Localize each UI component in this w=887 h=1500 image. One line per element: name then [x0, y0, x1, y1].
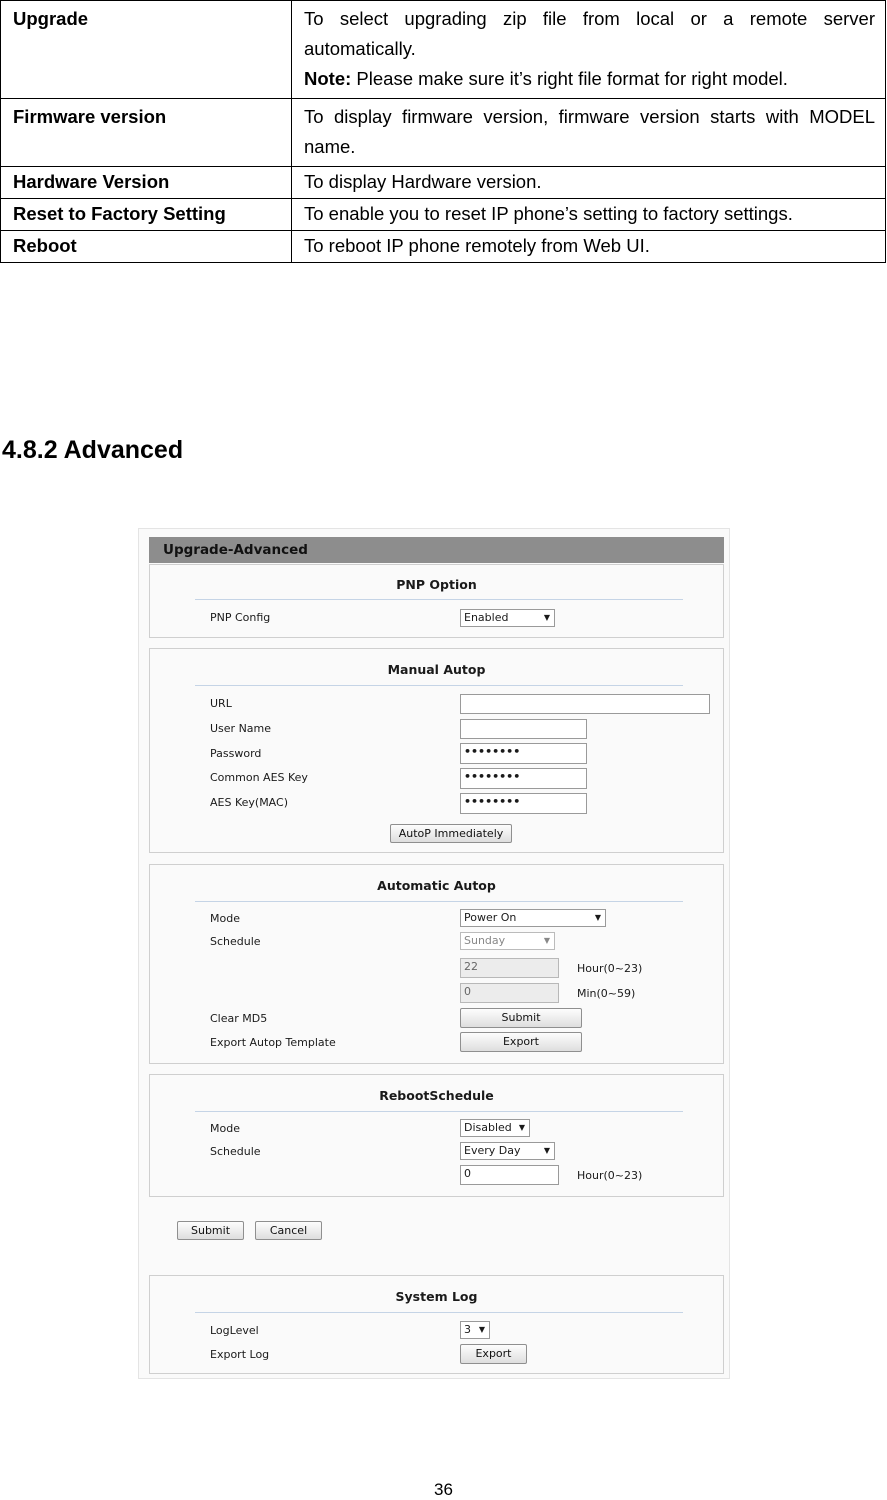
select-value: Power On — [464, 911, 517, 924]
dropdown-arrow-icon: ▼ — [543, 1146, 550, 1155]
dropdown-arrow-icon: ▼ — [543, 613, 550, 622]
table-row: Firmware version To display firmware ver… — [0, 98, 886, 167]
reboot-mode-label: Mode — [210, 1122, 240, 1135]
divider — [195, 901, 683, 902]
dropdown-arrow-icon: ▼ — [478, 1325, 485, 1334]
hour-unit: Hour(0~23) — [577, 962, 643, 975]
reboot-schedule-select[interactable]: Every Day ▼ — [460, 1142, 555, 1160]
row-description: To enable you to reset IP phone’s settin… — [291, 198, 886, 231]
select-value: Enabled — [464, 611, 509, 624]
url-input[interactable] — [460, 694, 710, 714]
export-autop-template-label: Export Autop Template — [210, 1036, 336, 1049]
note-label: Note: — [304, 68, 352, 89]
automatic-autop-panel: Automatic Autop Mode Power On ▼ Schedule… — [149, 864, 724, 1064]
aes-key-mac-input[interactable]: •••••••• — [460, 793, 587, 814]
export-log-button[interactable]: Export — [460, 1344, 527, 1364]
dropdown-arrow-icon: ▼ — [594, 913, 601, 922]
reboot-schedule-panel: RebootSchedule Mode Disabled ▼ Schedule … — [149, 1074, 724, 1197]
row-desc-text: To select upgrading zip file from local … — [304, 8, 875, 59]
aes-key-label: Common AES Key — [210, 771, 308, 784]
row-label: Hardware Version — [0, 166, 292, 199]
mode-label: Mode — [210, 912, 240, 925]
select-value: Disabled — [464, 1121, 512, 1134]
minute-unit: Min(0~59) — [577, 987, 636, 1000]
mode-select[interactable]: Power On ▼ — [460, 909, 606, 927]
manual-autop-panel: Manual Autop URL User Name Password ••••… — [149, 648, 724, 853]
panel-title: System Log — [395, 1289, 478, 1304]
table-row: Reset to Factory Setting To enable you t… — [0, 198, 886, 231]
submit-button[interactable]: Submit — [177, 1221, 244, 1240]
divider — [195, 1111, 683, 1112]
schedule-label: Schedule — [210, 935, 261, 948]
system-log-panel: System Log LogLevel 3 ▼ Export Log Expor… — [149, 1275, 724, 1374]
panel-title: PNP Option — [396, 577, 477, 592]
dropdown-arrow-icon: ▼ — [543, 936, 550, 945]
aes-key-input[interactable]: •••••••• — [460, 768, 587, 789]
row-label: Reboot — [0, 230, 292, 263]
row-description: To display firmware version, firmware ve… — [291, 98, 886, 167]
row-label: Reset to Factory Setting — [0, 198, 292, 231]
panel-title: Automatic Autop — [377, 878, 496, 893]
reboot-mode-select[interactable]: Disabled ▼ — [460, 1119, 530, 1137]
username-label: User Name — [210, 722, 272, 735]
export-autop-template-button[interactable]: Export — [460, 1032, 582, 1052]
export-log-label: Export Log — [210, 1348, 270, 1361]
table-row: Upgrade To select upgrading zip file fro… — [0, 0, 886, 99]
row-description: To display Hardware version. — [291, 166, 886, 199]
reboot-hour-input[interactable]: 0 — [460, 1165, 559, 1185]
section-heading: 4.8.2 Advanced — [2, 436, 184, 464]
autop-immediately-button[interactable]: AutoP Immediately — [390, 824, 512, 843]
row-label: Upgrade — [0, 0, 292, 99]
row-label: Firmware version — [0, 98, 292, 167]
screenshot-title: Upgrade-Advanced — [149, 537, 724, 563]
divider — [195, 685, 683, 686]
password-input[interactable]: •••••••• — [460, 743, 587, 764]
cancel-button[interactable]: Cancel — [255, 1221, 322, 1240]
dropdown-arrow-icon: ▼ — [518, 1123, 525, 1132]
select-value: Every Day — [464, 1144, 521, 1157]
upgrade-advanced-screenshot: Upgrade-Advanced PNP Option PNP Config E… — [138, 528, 730, 1379]
panel-title: RebootSchedule — [379, 1088, 494, 1103]
pnp-config-select[interactable]: Enabled ▼ — [460, 609, 555, 627]
reboot-hour-unit: Hour(0~23) — [577, 1169, 643, 1182]
select-value: Sunday — [464, 934, 506, 947]
row-description: To reboot IP phone remotely from Web UI. — [291, 230, 886, 263]
row-description: To select upgrading zip file from local … — [291, 0, 886, 99]
divider — [195, 1312, 683, 1313]
pnp-option-panel: PNP Option PNP Config Enabled ▼ — [149, 564, 724, 638]
table-row: Hardware Version To display Hardware ver… — [0, 166, 886, 199]
reboot-schedule-label: Schedule — [210, 1145, 261, 1158]
schedule-select[interactable]: Sunday ▼ — [460, 932, 555, 950]
panel-title: Manual Autop — [387, 662, 486, 677]
clear-md5-label: Clear MD5 — [210, 1012, 268, 1025]
divider — [195, 599, 683, 600]
page-number: 36 — [434, 1480, 453, 1499]
pnp-config-label: PNP Config — [210, 611, 271, 624]
minute-input[interactable]: 0 — [460, 983, 559, 1003]
log-level-select[interactable]: 3 ▼ — [460, 1321, 490, 1339]
note-text: Please make sure it’s right file format … — [351, 68, 788, 89]
username-input[interactable] — [460, 719, 587, 739]
select-value: 3 — [464, 1323, 471, 1336]
table-row: Reboot To reboot IP phone remotely from … — [0, 230, 886, 263]
log-level-label: LogLevel — [210, 1324, 259, 1337]
url-label: URL — [210, 697, 232, 710]
aes-key-mac-label: AES Key(MAC) — [210, 796, 288, 809]
parameter-table: Upgrade To select upgrading zip file fro… — [0, 0, 886, 263]
password-label: Password — [210, 747, 262, 760]
hour-input[interactable]: 22 — [460, 958, 559, 978]
clear-md5-submit-button[interactable]: Submit — [460, 1008, 582, 1028]
